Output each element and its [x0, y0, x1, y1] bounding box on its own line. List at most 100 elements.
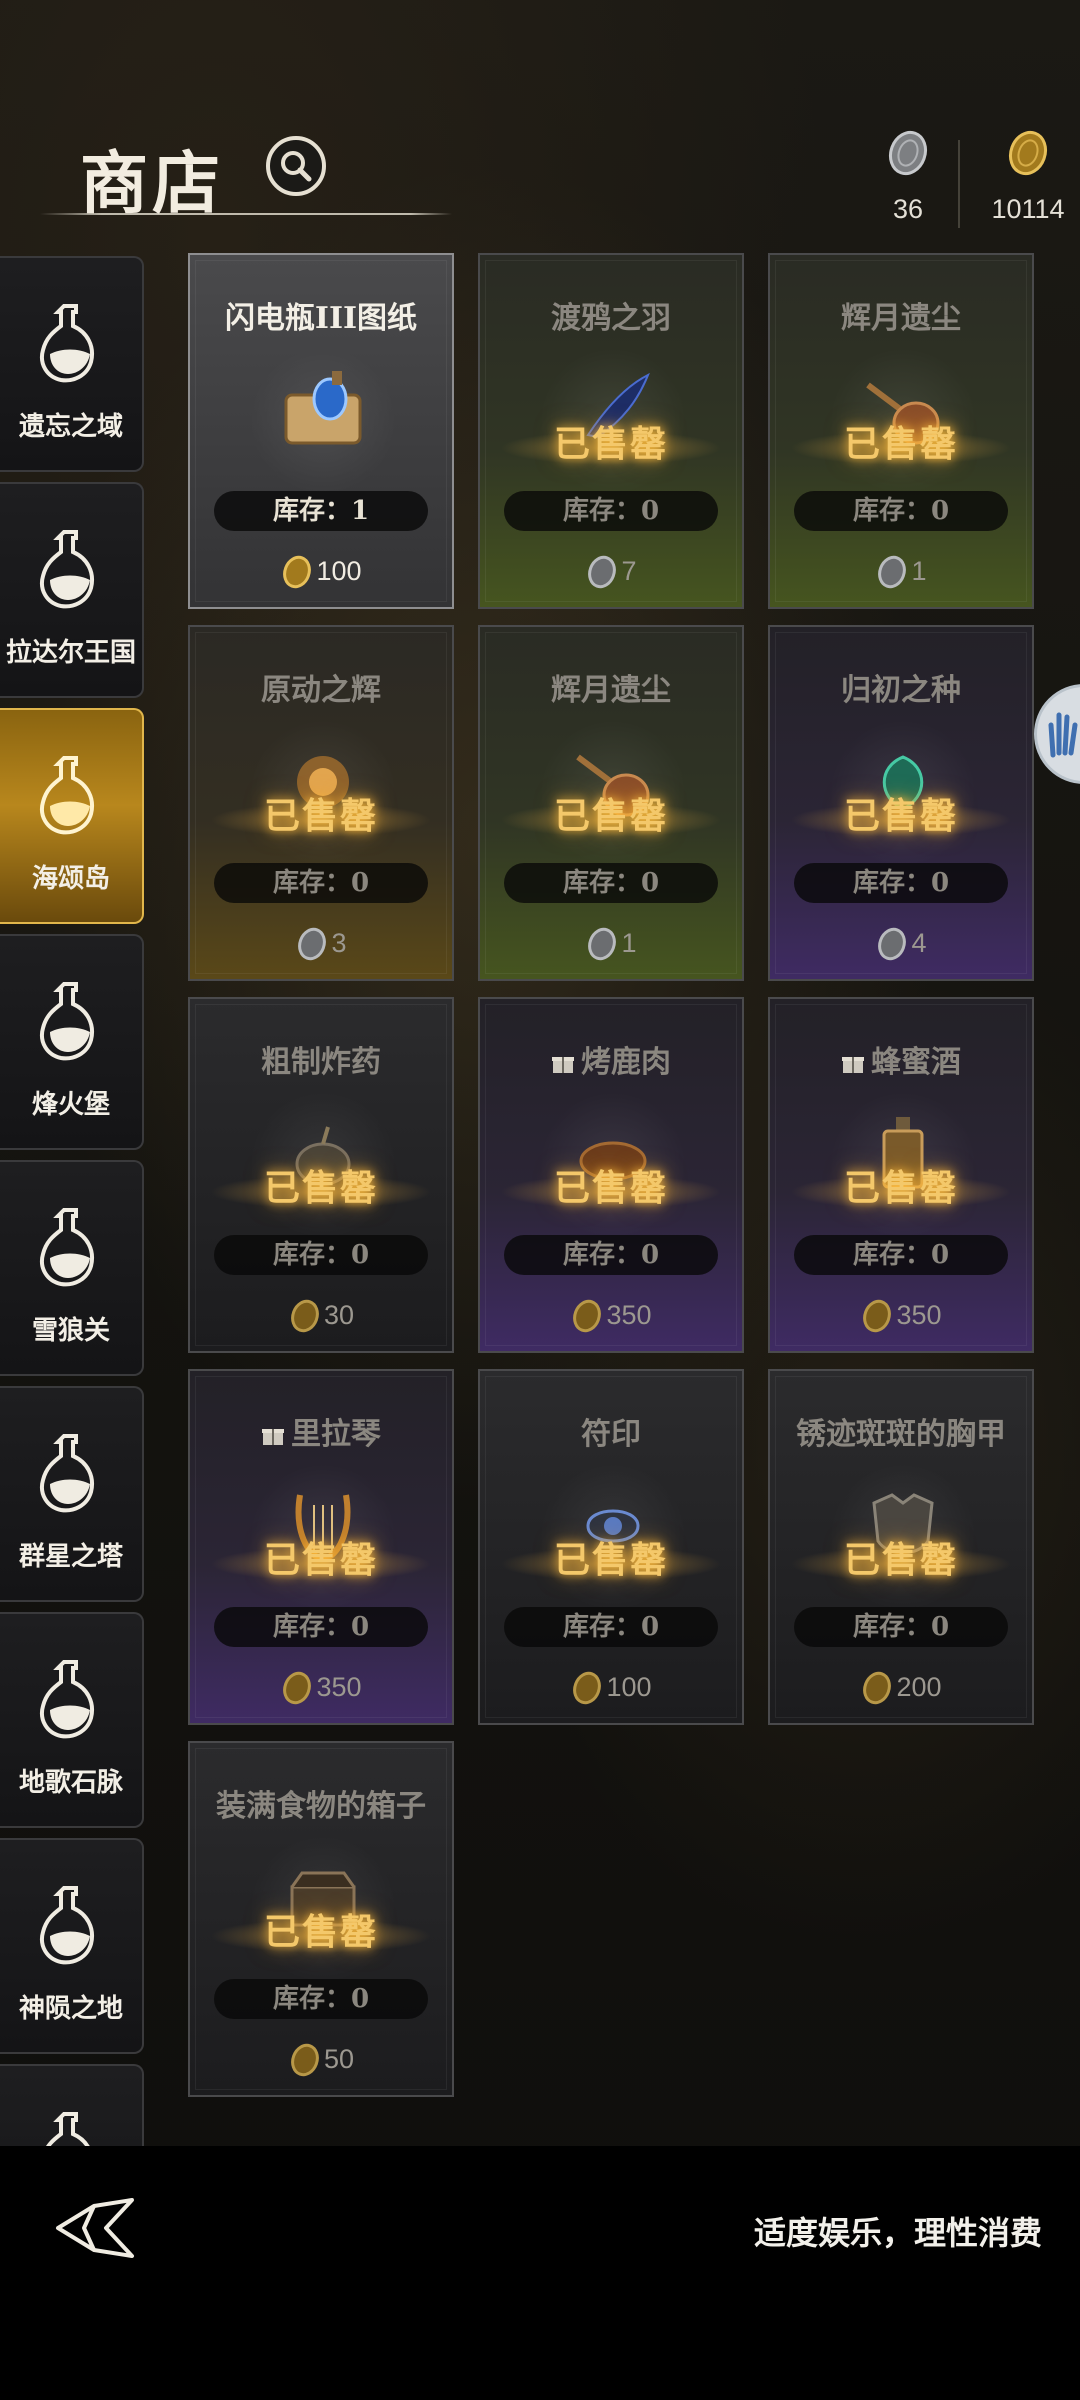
shop-item-card[interactable]: 里拉琴 已售罄 库存：0 350 — [188, 1369, 454, 1725]
item-stock: 库存：0 — [214, 1235, 428, 1275]
sold-out-label: 已售罄 — [843, 1167, 958, 1209]
shop-item-card[interactable]: 蜂蜜酒 已售罄 库存：0 350 — [768, 997, 1034, 1353]
sidebar-item-5[interactable]: 群星之塔 — [0, 1386, 144, 1602]
item-price: 7 — [480, 555, 742, 589]
item-price: 1 — [480, 927, 742, 961]
item-price-value: 100 — [316, 556, 362, 586]
item-name: 闪电瓶III图纸 — [224, 301, 418, 336]
sidebar-item-label: 群星之塔 — [18, 1542, 123, 1572]
item-price-value: 4 — [911, 928, 927, 958]
silver-coin-icon — [588, 927, 617, 961]
flask-icon — [46, 2112, 90, 2146]
item-name: 辉月遗尘 — [551, 673, 671, 708]
flask-icon — [40, 1660, 94, 1739]
item-price-value: 1 — [621, 928, 637, 958]
sold-out-label: 已售罄 — [843, 423, 958, 465]
sidebar-item-label: 烽火堡 — [31, 1090, 110, 1120]
item-stock: 库存：0 — [794, 1607, 1008, 1647]
item-stock: 库存：0 — [794, 863, 1008, 903]
item-name-text: 蜂蜜酒 — [871, 1045, 961, 1080]
sold-out-label: 已售罄 — [553, 795, 668, 837]
game-logo-icon — [56, 2198, 134, 2258]
shop-item-card[interactable]: 归初之种 已售罄 库存：0 4 — [768, 625, 1034, 981]
sold-out-label: 已售罄 — [553, 1539, 668, 1581]
sidebar-item-6[interactable]: 地歌石脉 — [0, 1612, 144, 1828]
item-price: 50 — [190, 2043, 452, 2077]
sidebar-item-2[interactable]: 海颂岛 — [0, 708, 144, 924]
sidebar-item-label: 神陨之地 — [18, 1994, 123, 2024]
gift-icon — [842, 1057, 864, 1073]
shop-item-card[interactable]: 符印 已售罄 库存：0 100 — [478, 1369, 744, 1725]
sold-out-label: 已售罄 — [843, 795, 958, 837]
blueprint-item-icon — [284, 371, 362, 445]
shop-item-card[interactable]: 渡鸦之羽 已售罄 库存：0 7 — [478, 253, 744, 609]
item-price-value: 350 — [316, 1672, 362, 1702]
item-price: 350 — [190, 1671, 452, 1705]
item-price-value: 50 — [323, 2044, 355, 2074]
item-price: 3 — [190, 927, 452, 961]
flask-icon — [40, 530, 94, 609]
item-price: 200 — [770, 1671, 1032, 1705]
gold-coin-icon — [291, 2043, 319, 2077]
item-price-value: 100 — [606, 1672, 652, 1702]
gold-coin-icon — [573, 1299, 602, 1333]
shop-item-card[interactable]: 烤鹿肉 已售罄 库存：0 350 — [478, 997, 744, 1353]
sold-out-label: 已售罄 — [263, 1167, 378, 1209]
shop-item-card[interactable]: 辉月遗尘 已售罄 库存：0 1 — [768, 253, 1034, 609]
gold-coin-icon — [283, 1671, 312, 1705]
sold-out-label: 已售罄 — [843, 1539, 958, 1581]
item-price-value: 7 — [621, 556, 637, 586]
item-price-value: 350 — [606, 1300, 652, 1330]
item-name: 烤鹿肉 — [480, 1037, 742, 1081]
currency-divider — [958, 140, 960, 228]
gold-amount: 10114 — [991, 194, 1065, 224]
item-name: 锈迹斑斑的胸甲 — [796, 1417, 1006, 1452]
header: 商店 36 10114 — [0, 0, 1080, 240]
silver-coin-icon — [878, 927, 907, 961]
shop-item-card[interactable]: 锈迹斑斑的胸甲 已售罄 库存：0 200 — [768, 1369, 1034, 1725]
item-stock: 库存：0 — [504, 491, 718, 531]
shop-item-card[interactable]: 辉月遗尘 已售罄 库存：0 1 — [478, 625, 744, 981]
gift-icon — [262, 1429, 284, 1445]
shop-item-card[interactable]: 粗制炸药 已售罄 库存：0 30 — [188, 997, 454, 1353]
shop-item-card[interactable]: 闪电瓶III图纸 库存：1 100 — [188, 253, 454, 609]
shop-item-card[interactable]: 装满食物的箱子 已售罄 库存：0 50 — [188, 1741, 454, 2097]
flask-icon — [40, 1208, 94, 1287]
flask-icon — [40, 1434, 94, 1513]
gold-coin-icon — [283, 555, 312, 589]
flask-icon — [40, 982, 94, 1061]
item-stock: 库存：0 — [794, 491, 1008, 531]
silver-coin-icon — [878, 555, 907, 589]
item-stock: 库存：0 — [504, 1607, 718, 1647]
sidebar-item-4[interactable]: 雪狼关 — [0, 1160, 144, 1376]
item-price: 350 — [480, 1299, 742, 1333]
gold-coin-icon — [863, 1671, 892, 1705]
item-name: 粗制炸药 — [261, 1045, 381, 1080]
sidebar-item-7[interactable]: 神陨之地 — [0, 1838, 144, 2054]
item-name: 符印 — [581, 1417, 641, 1452]
silver-coin-icon — [888, 130, 928, 176]
silver-coin-icon — [298, 927, 327, 961]
region-sidebar: 遗忘之域 拉达尔王国 海颂岛 烽火堡 雪狼关 群星之塔 地歌石脉 神陨之地 — [0, 254, 146, 2146]
item-stock: 库存：0 — [794, 1235, 1008, 1275]
shop-item-card[interactable]: 原动之辉 已售罄 库存：0 3 — [188, 625, 454, 981]
gold-coin-icon — [863, 1299, 892, 1333]
flask-icon — [40, 1886, 94, 1965]
item-name-text: 里拉琴 — [291, 1417, 381, 1452]
item-stock: 库存：0 — [214, 863, 428, 903]
sidebar-item-3[interactable]: 烽火堡 — [0, 934, 144, 1150]
sidebar-item-0[interactable]: 遗忘之域 — [0, 256, 144, 472]
sold-out-label: 已售罄 — [263, 1539, 378, 1581]
sidebar-item-1[interactable]: 拉达尔王国 — [0, 482, 144, 698]
sold-out-label: 已售罄 — [553, 1167, 668, 1209]
item-price-value: 1 — [911, 556, 927, 586]
item-price-value: 30 — [323, 1300, 355, 1330]
item-name: 里拉琴 — [190, 1409, 452, 1453]
sidebar-item-label: 地歌石脉 — [18, 1768, 123, 1798]
sold-out-label: 已售罄 — [263, 1911, 378, 1953]
item-stock: 库存：0 — [504, 863, 718, 903]
sidebar-item-8[interactable] — [0, 2064, 144, 2146]
search-button[interactable] — [266, 136, 326, 196]
item-stock: 库存：0 — [214, 1607, 428, 1647]
item-price: 100 — [190, 555, 452, 589]
